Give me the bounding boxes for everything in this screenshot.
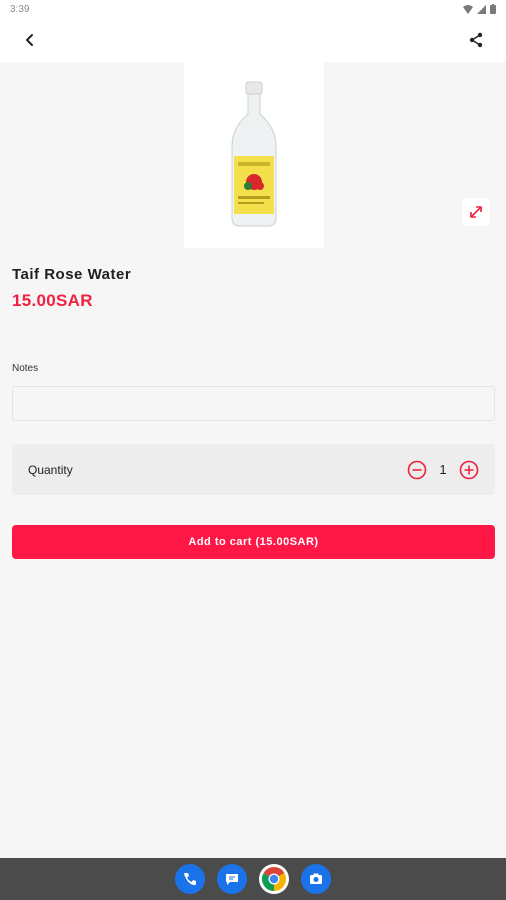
- plus-circle-icon: [459, 460, 479, 479]
- phone-icon: [184, 873, 196, 885]
- system-dock: [0, 858, 506, 900]
- quantity-section: Quantity 1: [12, 444, 495, 495]
- expand-image-button[interactable]: [462, 198, 490, 226]
- rose-water-bottle-icon: [231, 81, 277, 227]
- share-button[interactable]: [462, 26, 490, 54]
- minus-circle-icon: [407, 460, 427, 479]
- app-bar: [0, 18, 506, 62]
- product-image[interactable]: [184, 62, 324, 248]
- messages-app[interactable]: [217, 864, 247, 894]
- chrome-app[interactable]: [259, 864, 289, 894]
- camera-app[interactable]: [301, 864, 331, 894]
- chrome-icon: [261, 867, 287, 891]
- status-bar: 3:39: [0, 0, 506, 18]
- phone-app[interactable]: [175, 864, 205, 894]
- status-icons: [463, 4, 496, 14]
- camera-icon: [310, 873, 322, 884]
- quantity-stepper: 1: [407, 460, 479, 480]
- status-time: 3:39: [10, 3, 30, 15]
- quantity-label: Quantity: [28, 462, 73, 477]
- battery-icon: [490, 4, 496, 14]
- increment-button[interactable]: [459, 460, 479, 480]
- signal-icon: [477, 4, 486, 14]
- messages-icon: [226, 874, 238, 885]
- product-name: Taif Rose Water: [12, 266, 132, 283]
- add-to-cart-button[interactable]: Add to cart (15.00SAR): [12, 525, 495, 559]
- back-button[interactable]: [16, 26, 44, 54]
- notes-label: Notes: [12, 363, 39, 374]
- wifi-icon: [463, 4, 473, 14]
- decrement-button[interactable]: [407, 460, 427, 480]
- notes-input[interactable]: [12, 386, 495, 421]
- quantity-value: 1: [439, 462, 447, 477]
- share-icon: [469, 32, 483, 48]
- chevron-left-icon: [26, 34, 33, 46]
- expand-icon: [470, 206, 482, 218]
- product-price: 15.00SAR: [12, 291, 93, 310]
